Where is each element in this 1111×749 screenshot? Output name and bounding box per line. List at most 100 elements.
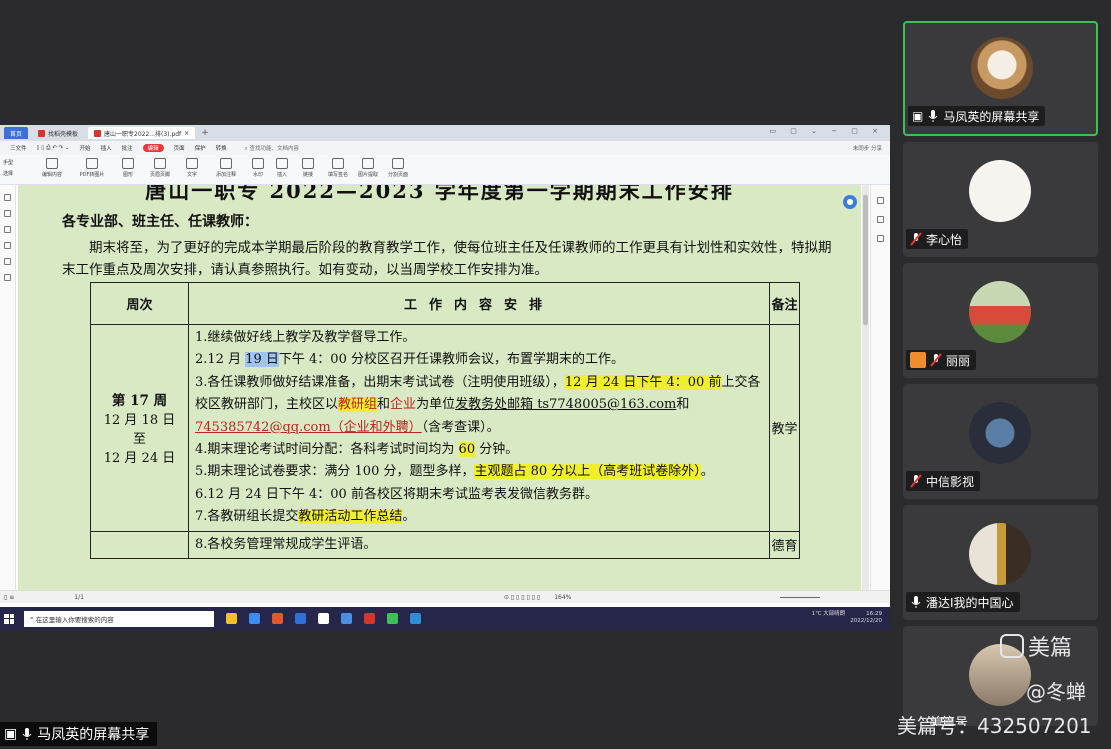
- item-3-deadline-highlight: 12 月 24 日下午 4：00 前: [564, 374, 722, 390]
- item-2-c: 下午 4：00 分校区召开任课教师会议，布置学期末的工作。: [278, 352, 624, 368]
- hand-tool[interactable]: 手型: [3, 158, 13, 169]
- taskbar-app-icon[interactable]: [226, 613, 237, 624]
- nav-icon[interactable]: ▯ ≡: [4, 594, 14, 601]
- watermark-icon: [252, 158, 264, 169]
- select-tool[interactable]: 选择: [3, 169, 13, 180]
- week-label: 第 17 周: [111, 393, 168, 410]
- taskbar-wps-icon[interactable]: [364, 613, 375, 624]
- remark-cell: 德育: [769, 530, 800, 560]
- user-icon: [910, 352, 926, 368]
- tool-add-note[interactable]: 添加注释: [208, 158, 244, 178]
- menu-search[interactable]: ⌕ 查找功能、文档内容: [245, 144, 299, 153]
- menu-file[interactable]: 三文件: [10, 144, 27, 152]
- item-3-e: 和: [377, 397, 391, 413]
- menu-page[interactable]: 页面: [174, 144, 185, 152]
- extract-icon: [362, 158, 374, 169]
- meipian-logo-icon: [1000, 634, 1024, 658]
- tool-label: 水印: [252, 172, 263, 178]
- item-4-minutes-highlight: 60: [458, 442, 476, 458]
- taskbar-app-icon[interactable]: [410, 613, 421, 624]
- new-tab-icon[interactable]: +: [201, 128, 209, 138]
- browser-tab-bar: 首页 找稻壳模板 唐山一职专2022...排(3).pdf × + ▭ ▢ ⌄ −…: [0, 125, 890, 141]
- menu-protect[interactable]: 保护: [195, 144, 206, 152]
- menu-insert[interactable]: 插入: [101, 144, 112, 152]
- tool-label: 文字: [186, 172, 197, 178]
- menu-annotate[interactable]: 批注: [122, 144, 133, 152]
- panel-icon[interactable]: [877, 235, 884, 242]
- scroll-thumb[interactable]: [863, 195, 868, 325]
- tab-home[interactable]: 首页: [4, 127, 29, 139]
- item-4-a: 4.期末理论考试时间分配：各科考试时间均为: [195, 442, 459, 458]
- comment-icon[interactable]: [4, 226, 11, 233]
- screen-share-icon: ▣: [4, 726, 18, 742]
- windows-start-icon[interactable]: [4, 613, 14, 624]
- layers-icon[interactable]: [4, 274, 11, 281]
- settings-icon[interactable]: [877, 216, 884, 223]
- item-1: 1.继续做好线上教学及教学督导工作。: [195, 330, 416, 345]
- window-controls[interactable]: ▭ ▢ ⌄ − ▢ ×: [769, 127, 884, 135]
- menu-convert[interactable]: 转换: [216, 144, 227, 152]
- text-icon: [186, 158, 198, 169]
- zoom-slider[interactable]: [780, 597, 820, 598]
- menu-right[interactable]: 未同步 分享: [853, 144, 882, 152]
- tool-header-footer[interactable]: 页眉页脚: [142, 158, 178, 178]
- participant-name-bar: 中信影视: [906, 471, 981, 491]
- item-3-email-2[interactable]: 745385742@qq.com（企业和外聘）: [195, 420, 422, 435]
- participant-tile[interactable]: 潘达I我的中国心: [903, 505, 1098, 620]
- tab-pdf[interactable]: 唐山一职专2022...排(3).pdf ×: [88, 127, 196, 139]
- taskbar-app-icon[interactable]: [318, 613, 329, 624]
- thumbnail-icon[interactable]: [4, 194, 11, 201]
- participant-name-bar: 李心怡: [906, 229, 969, 249]
- zoom-icon[interactable]: [877, 197, 884, 204]
- item-7: 7.各教研组长提交教研活动工作总结。: [195, 506, 763, 528]
- participant-name: 中信影视: [926, 474, 975, 489]
- wps-icon: [38, 129, 46, 137]
- meeting-stage: 首页 找稻壳模板 唐山一职专2022...排(3).pdf × + ▭ ▢ ⌄ −…: [0, 0, 1111, 749]
- tab-template[interactable]: 找稻壳模板: [32, 127, 84, 139]
- attachment-icon[interactable]: [4, 242, 11, 249]
- tool-label: 编辑内容: [41, 172, 62, 178]
- taskbar-search-input[interactable]: ⌕ 在这里输入你要搜索的内容: [24, 610, 214, 627]
- page-indicator[interactable]: 1/1: [74, 594, 84, 601]
- quick-access-icons[interactable]: ▯ ▯ ⎙ ↶ ↷ ⌄: [37, 145, 70, 152]
- assistant-badge-icon[interactable]: ●: [843, 195, 857, 209]
- vertical-scrollbar[interactable]: [862, 185, 869, 600]
- taskbar-app-icon[interactable]: [295, 613, 306, 624]
- system-tray[interactable]: 1℃ 大部晴朗 16:29 2022/12/20: [812, 611, 882, 625]
- bookmark-icon[interactable]: [4, 210, 11, 217]
- item-6: 6.12 月 24 日下午 4：00 前各校区将期末考试监考表发微信教务群。: [195, 486, 598, 502]
- zoom-level[interactable]: 164%: [554, 594, 571, 601]
- tool-pdf-to-image[interactable]: PDF转图片: [74, 158, 110, 178]
- tool-shape[interactable]: 图形: [110, 158, 146, 178]
- menu-edit[interactable]: 编辑: [142, 144, 164, 152]
- participant-tile[interactable]: 丽丽: [903, 263, 1098, 378]
- shared-screen: 首页 找稻壳模板 唐山一职专2022...排(3).pdf × + ▭ ▢ ⌄ −…: [0, 125, 890, 630]
- taskbar-search-text: 在这里输入你要搜索的内容: [35, 615, 114, 624]
- tool-text[interactable]: 文字: [174, 158, 210, 178]
- item-3-email[interactable]: 发教务处邮箱 ts7748005@163.com: [455, 397, 676, 412]
- screen-share-icon: ▣: [912, 109, 924, 123]
- close-icon[interactable]: ×: [184, 130, 189, 137]
- item-7-c: 。: [402, 509, 416, 525]
- tool-edit-content[interactable]: 编辑内容: [34, 158, 70, 178]
- view-mode-icons[interactable]: ⊙ ▯ ▯ ▯ ▯ ▯ ▯: [504, 594, 540, 601]
- participant-tile[interactable]: 李心怡: [903, 142, 1098, 257]
- signature-icon: [332, 158, 344, 169]
- participant-tile[interactable]: 中信影视: [903, 384, 1098, 499]
- tool-split-page[interactable]: 分割页面: [380, 158, 416, 178]
- menu-start[interactable]: 开始: [80, 144, 91, 152]
- item-2-a: 2.12 月: [195, 352, 246, 368]
- item-5: 5.期末理论试卷要求：满分 100 分，题型多样，主观题占 80 分以上（高考班…: [195, 461, 763, 483]
- taskbar-chrome-icon[interactable]: [272, 613, 283, 624]
- menu-bar: 三文件 ▯ ▯ ⎙ ↶ ↷ ⌄ 开始 插入 批注 编辑 页面 保护 转换 ⌕ 查…: [0, 141, 890, 155]
- participant-name-bar: 丽丽: [906, 350, 977, 370]
- week-to: 至: [132, 432, 146, 448]
- tool-label: 插入: [276, 172, 287, 178]
- taskbar-edge-icon[interactable]: [249, 613, 260, 624]
- taskbar-wechat-icon[interactable]: [387, 613, 398, 624]
- signature-icon[interactable]: [4, 258, 11, 265]
- table-row: 8.各校务管理常规成学生评语。 德育: [90, 530, 800, 560]
- participant-tile[interactable]: ▣ 马凤英的屏幕共享: [903, 21, 1098, 136]
- avatar: [971, 37, 1033, 99]
- taskbar-app-icon[interactable]: [341, 613, 352, 624]
